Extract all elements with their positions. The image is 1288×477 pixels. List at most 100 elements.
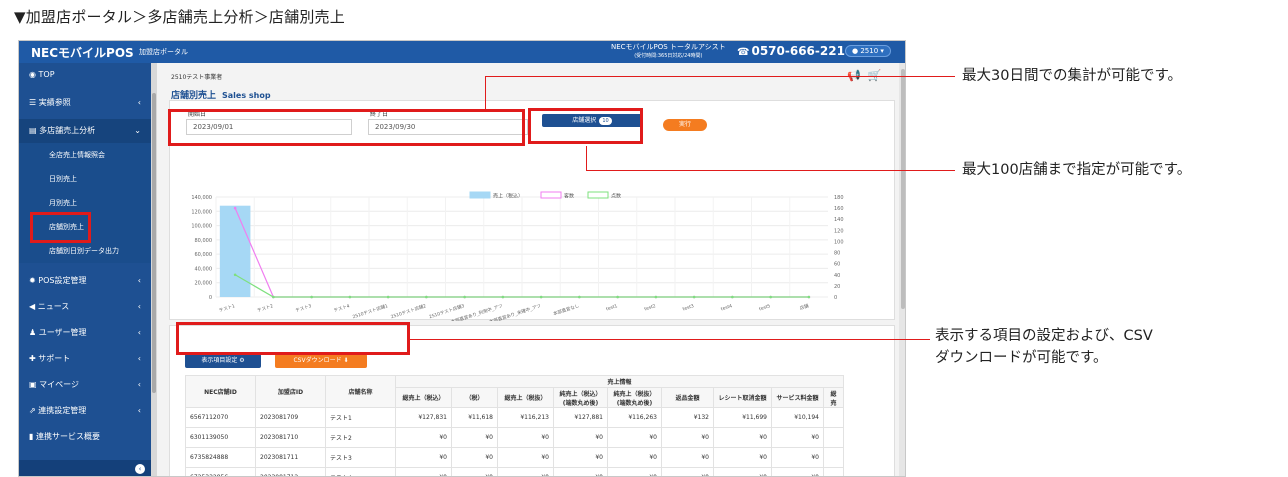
table-cell: ¥0 <box>661 467 714 476</box>
sidebar-item-label: ニュース <box>37 302 70 311</box>
chevron-left-icon: ‹ <box>137 354 141 363</box>
table-cell: ¥0 <box>713 447 772 468</box>
table-cell: ¥0 <box>713 427 772 448</box>
table-cell <box>823 427 844 448</box>
sidebar-subitem-daily[interactable]: 日別売上 <box>19 167 151 191</box>
chart-point <box>539 295 543 299</box>
x-tick-label: 2510テスト店舗1 <box>352 302 389 320</box>
table-cell: ¥116,213 <box>497 407 554 428</box>
chevron-left-icon: ‹ <box>137 302 141 311</box>
table-cell: ¥0 <box>451 447 498 468</box>
megaphone-icon: ◀ <box>29 302 38 311</box>
sidebar: ◉ TOP ☰ 実績参照 ‹ ▤ 多店舗売上分析 ⌄ 全店売上情報照会 日別売上 月… <box>19 63 151 476</box>
top-bar: NECモバイルPOS 加盟店ポータル NECモバイルPOS トータルアシスト (… <box>19 41 905 63</box>
chart-y-right-axis: 180 160 140 120 100 80 60 40 20 0 <box>834 195 844 301</box>
support-phone: ☎ 0570-666-221 <box>737 44 845 58</box>
chart-point <box>463 295 466 299</box>
chart-y-left-axis: 140,000 120,000 100,000 80,000 60,000 40,000 2… <box>191 195 212 301</box>
page-title-en: Sales shop <box>222 91 271 100</box>
y-right-tick-label: 160 <box>834 206 844 212</box>
table-cell: ¥0 <box>395 467 452 476</box>
legend-swatch <box>540 191 562 199</box>
support-title: NECモバイルPOS トータルアシスト <box>611 43 726 51</box>
y-left-tick-label: 40,000 <box>195 266 213 272</box>
note-csv-line2: ダウンロードが可能です。 <box>935 350 1108 366</box>
table-cell: テスト1 <box>325 407 396 428</box>
phone-icon: ☎ <box>737 47 750 58</box>
sidebar-item-results[interactable]: ☰ 実績参照 ‹ <box>19 91 151 115</box>
chart-point <box>578 295 581 299</box>
main-scrollbar[interactable] <box>899 63 905 476</box>
sidebar-item-label: 多店舗売上分析 <box>39 126 96 135</box>
table-cell: ¥0 <box>451 467 498 476</box>
connector-line <box>410 339 930 340</box>
table-cell: ¥10,194 <box>771 407 824 428</box>
brand-logo[interactable]: NECモバイルPOS <box>31 44 134 61</box>
chevron-left-icon: ‹ <box>137 328 141 337</box>
chevron-left-icon: ‹ <box>137 276 141 285</box>
table-cell: ¥0 <box>395 427 452 448</box>
x-tick-label: test4 <box>720 303 733 312</box>
page-caption: ▼加盟店ポータル＞多店舗売上分析＞店舗別売上 <box>14 8 345 26</box>
chart-grid <box>215 196 828 298</box>
dashboard-icon: ◉ <box>29 70 39 79</box>
chart-point <box>616 295 619 299</box>
col-header: レシート取消金額 <box>713 387 772 408</box>
sidebar-item-top[interactable]: ◉ TOP <box>19 63 151 87</box>
table-row: 6301139050 2023081710 テスト2 ¥0 ¥0 ¥0 ¥0 ¥0 ¥0 ¥0 ¥0 <box>185 427 844 448</box>
collapse-icon: ‹ <box>135 464 145 474</box>
chart-point <box>272 295 275 299</box>
sidebar-item-users[interactable]: ♟ ユーザー管理 ‹ <box>19 321 151 345</box>
table-cell: 6725332856 <box>185 467 256 476</box>
table-cell <box>823 467 844 476</box>
table-cell: 2023081710 <box>255 427 326 448</box>
connector-line <box>485 76 955 77</box>
legend-swatch <box>469 191 491 199</box>
legend-label: 客数 <box>564 193 574 200</box>
chart-bar <box>219 205 251 297</box>
col-header: 返品金額 <box>661 387 714 408</box>
table-buttons-highlight <box>176 322 410 355</box>
store-select-highlight <box>528 108 643 144</box>
column-settings-button[interactable]: 表示項目設定 ⚙ <box>185 354 261 368</box>
table-cell: ¥11,699 <box>713 407 772 428</box>
sidebar-item-news[interactable]: ◀ ニュース ‹ <box>19 295 151 319</box>
table-cell: ¥0 <box>713 467 772 476</box>
y-left-tick-label: 60,000 <box>195 252 213 258</box>
sidebar-item-support[interactable]: ✚ サポート ‹ <box>19 347 151 371</box>
portal-label: 加盟店ポータル <box>139 48 188 56</box>
col-header: サービス料金額 <box>771 387 824 408</box>
col-header: （税） <box>451 387 498 408</box>
table-cell: ¥0 <box>607 447 662 468</box>
chart-point <box>731 295 734 299</box>
x-tick-label: test1 <box>605 303 618 312</box>
table-cell: ¥0 <box>553 447 608 468</box>
y-right-tick-label: 60 <box>834 262 840 268</box>
table-cell <box>823 407 844 428</box>
table-cell: ¥0 <box>771 447 824 468</box>
chart-point <box>425 295 428 299</box>
sidebar-collapse[interactable]: ‹ <box>19 460 151 476</box>
book-icon: ▮ <box>29 432 36 441</box>
table-cell: ¥0 <box>607 427 662 448</box>
x-tick-label: テスト3 <box>295 303 313 314</box>
chart-point <box>769 295 772 299</box>
sidebar-item-pos-settings[interactable]: ✹ POS設定管理 ‹ <box>19 269 151 293</box>
sidebar-item-link-settings[interactable]: ⇗ 連携設定管理 ‹ <box>19 399 151 423</box>
sidebar-item-multi-store[interactable]: ▤ 多店舗売上分析 ⌄ <box>19 119 151 143</box>
sidebar-item-mypage[interactable]: ▣ マイページ ‹ <box>19 373 151 397</box>
table-cell: ¥132 <box>661 407 714 428</box>
csv-download-button[interactable]: CSVダウンロード ⬇ <box>275 354 367 368</box>
col-header: 店舗名称 <box>325 375 396 408</box>
chart-bars <box>219 205 251 297</box>
app-screenshot: NECモバイルPOS 加盟店ポータル NECモバイルPOS トータルアシスト (… <box>18 40 906 477</box>
group-header: 売上情報 <box>395 375 844 388</box>
sidebar-subitem-all-stores[interactable]: 全店売上情報照会 <box>19 143 151 167</box>
table-cell <box>823 447 844 468</box>
chart-legend: 売上（税込） 客数 点数 <box>469 191 621 200</box>
account-menu[interactable]: ● 2510 ▾ <box>845 45 891 57</box>
sidebar-item-label: TOP <box>38 70 55 79</box>
sidebar-item-link-services[interactable]: ▮ 連携サービス概要 <box>19 425 151 449</box>
sidebar-item-label: 連携サービス概要 <box>35 432 100 441</box>
link-icon: ⇗ <box>29 406 39 415</box>
